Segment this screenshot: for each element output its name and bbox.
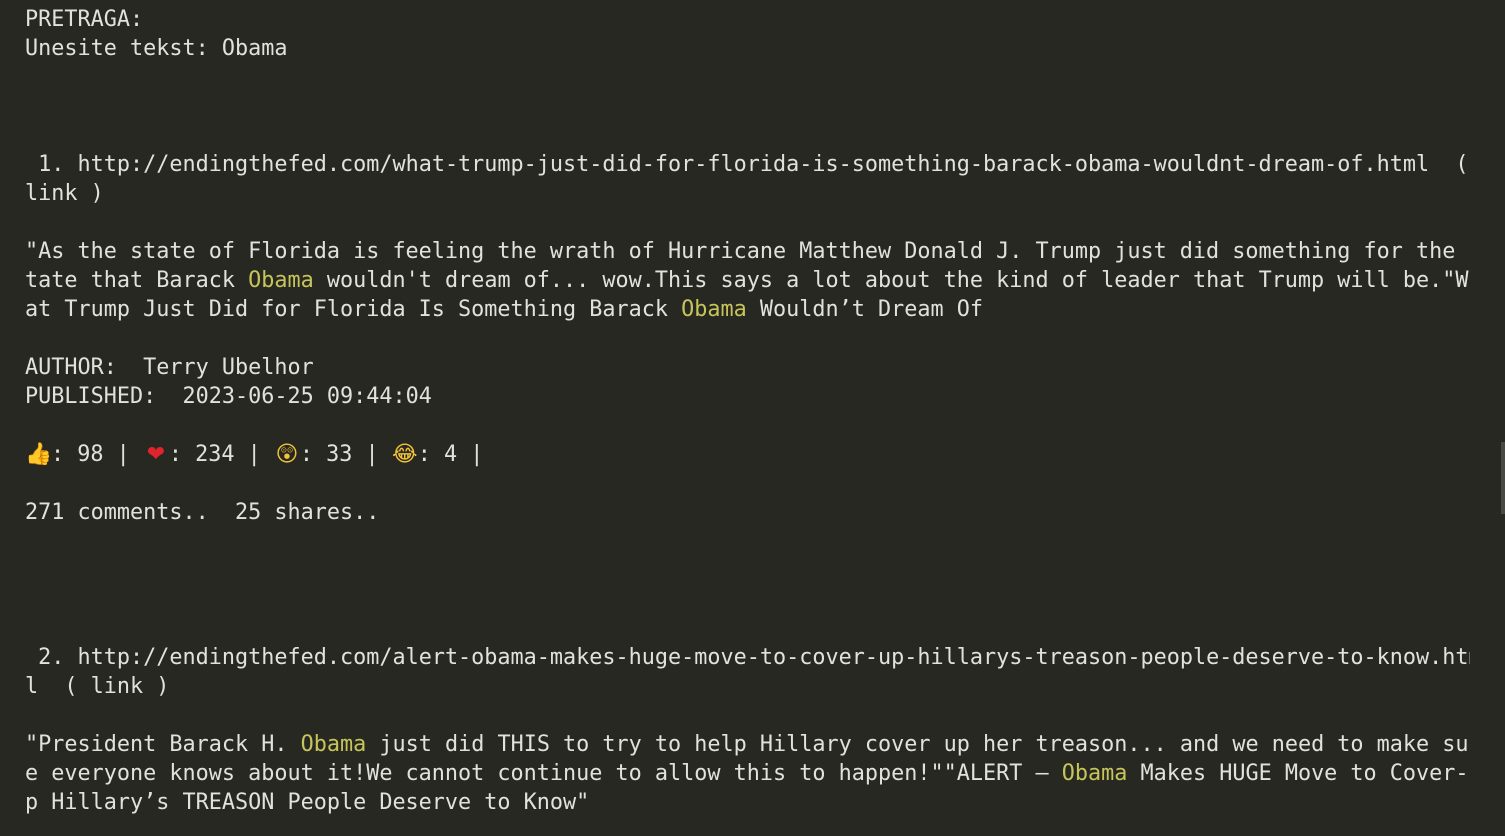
published-label: PUBLISHED: xyxy=(25,384,183,409)
wow-count: : 33 | xyxy=(299,442,392,467)
query-highlight: Obama xyxy=(681,297,747,322)
result-1-stats: 271 comments.. 25 shares.. xyxy=(25,500,380,525)
astonished-face-icon: 😲 xyxy=(275,442,299,467)
search-prompt-label: Unesite tekst: xyxy=(25,36,222,61)
author-name: Terry Ubelhor xyxy=(143,355,314,380)
result-1-excerpt-line: "As the state of Florida is feeling the … xyxy=(25,239,1470,264)
result-index: 1. xyxy=(25,152,78,177)
search-heading: PRETRAGA: xyxy=(25,7,144,32)
link-label[interactable]: l ( link ) xyxy=(25,674,169,699)
result-1-published: PUBLISHED: 2023-06-25 09:44:04 xyxy=(25,382,1470,411)
result-1-url-cont: link ) xyxy=(25,179,1470,208)
result-1-reactions: 👍: 98 | ❤: 234 | 😲: 33 | 😂: 4 | xyxy=(25,440,1470,469)
result-2-url-cont: l ( link ) xyxy=(25,672,1470,701)
link-label[interactable]: link ) xyxy=(25,181,104,206)
like-count: : 98 | xyxy=(51,442,143,467)
query-highlight: Obama xyxy=(300,732,367,757)
result-1-author: AUTHOR: Terry Ubelhor xyxy=(25,353,1470,382)
published-date: 2023-06-25 09:44:04 xyxy=(182,384,432,409)
tears-of-joy-icon: 😂 xyxy=(392,442,418,467)
query-highlight: Obama xyxy=(248,268,314,293)
result-2-excerpt-line: e everyone knows about it!We cannot cont… xyxy=(25,761,1470,786)
love-count: : 234 | xyxy=(168,442,274,467)
haha-count: : 4 | xyxy=(417,442,484,467)
result-2-excerpt-line: p Hillary’s TREASON People Deserve to Kn… xyxy=(25,790,590,815)
result-url-link[interactable]: http://endingthefed.com/what-trump-just-… xyxy=(78,152,1469,177)
author-label: AUTHOR: xyxy=(25,355,144,380)
console-output: PRETRAGA: Unesite tekst: Obama 1. http:/… xyxy=(25,5,1470,817)
result-index: 2. xyxy=(25,645,78,670)
heart-icon: ❤ xyxy=(146,442,165,467)
result-1-excerpt-line: tate that Barack Obama wouldn't dream of… xyxy=(25,268,1470,293)
result-2-url: 2. http://endingthefed.com/alert-obama-m… xyxy=(25,643,1470,672)
result-2-excerpt-line: "President Barack H. Obama just did THIS… xyxy=(25,732,1470,757)
result-1-url: 1. http://endingthefed.com/what-trump-ju… xyxy=(25,150,1470,179)
search-prompt: Unesite tekst: Obama xyxy=(25,34,1470,63)
query-highlight: Obama xyxy=(1061,761,1128,786)
result-1-excerpt-line: at Trump Just Did for Florida Is Somethi… xyxy=(25,297,983,322)
result-url-link[interactable]: http://endingthefed.com/alert-obama-make… xyxy=(78,645,1471,670)
thumbs-up-icon: 👍 xyxy=(25,442,53,467)
scrollbar-thumb[interactable] xyxy=(1501,442,1505,514)
search-query: Obama xyxy=(221,36,288,61)
